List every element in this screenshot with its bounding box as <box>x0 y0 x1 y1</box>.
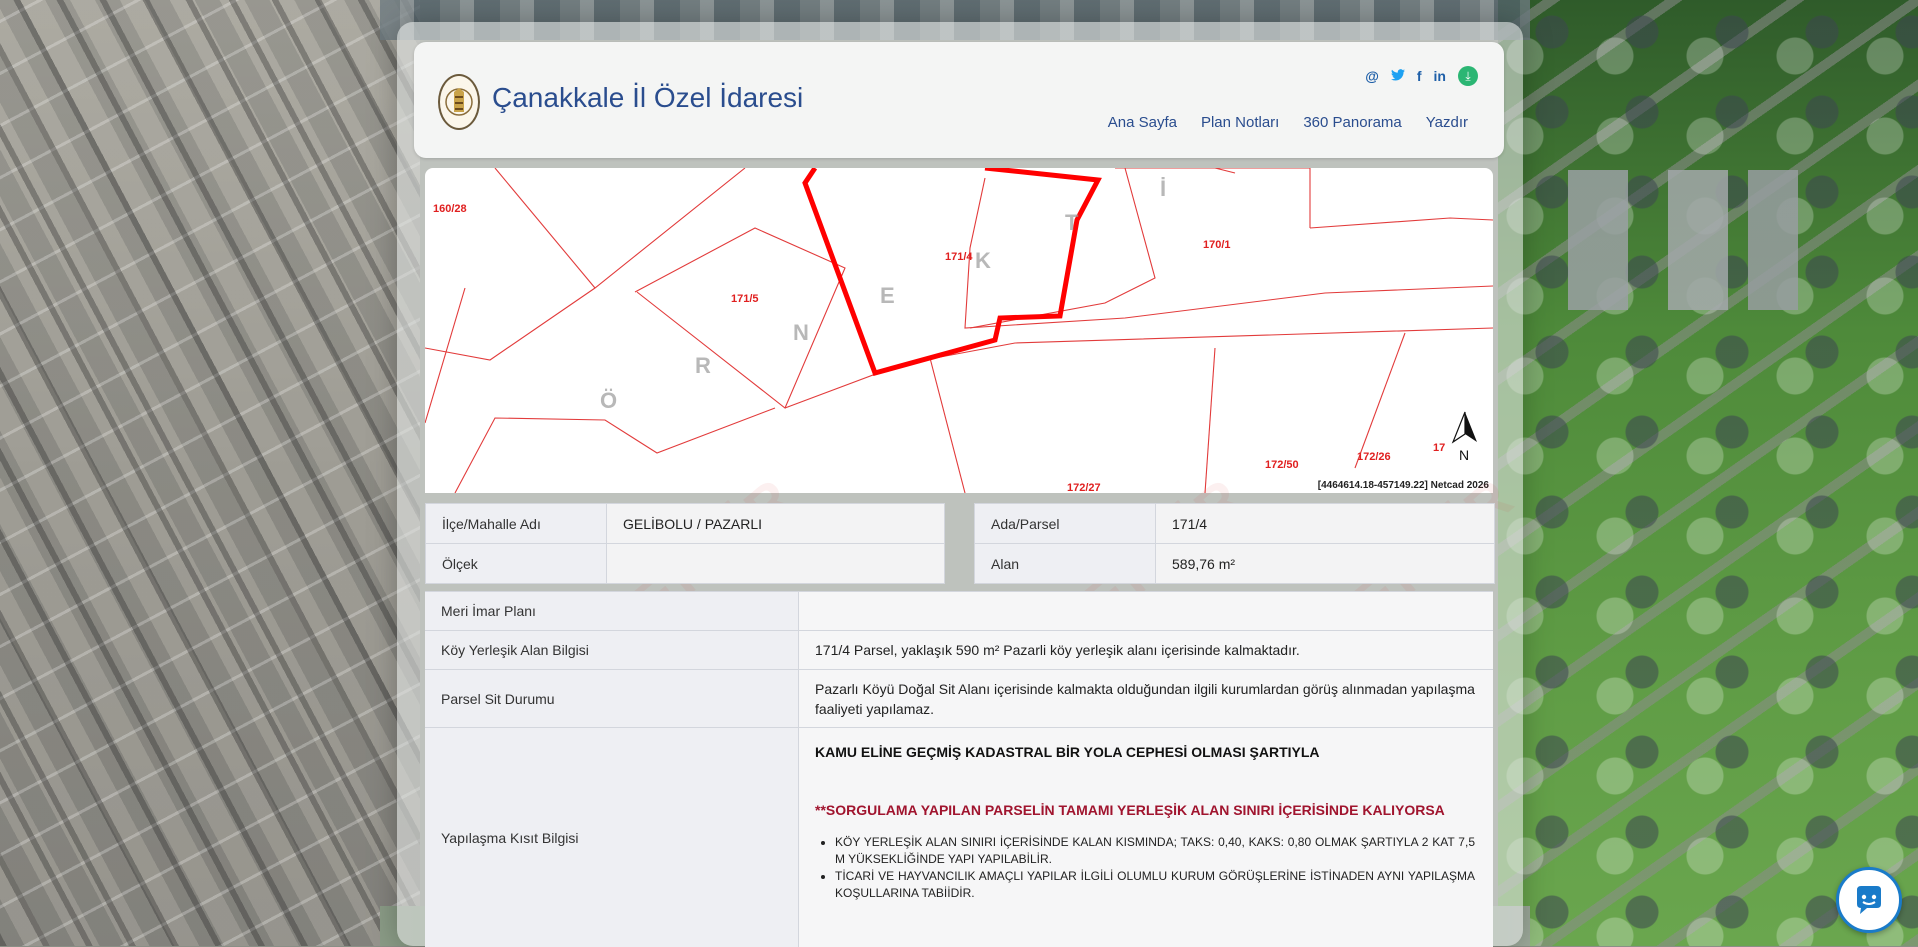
north-label: N <box>1459 447 1469 463</box>
map-watermark-letter: İ <box>1160 176 1166 201</box>
nav-ana-sayfa[interactable]: Ana Sayfa <box>1108 114 1177 131</box>
olcek-value <box>607 544 944 583</box>
social-links: @ f in ⤓ <box>1365 66 1478 86</box>
meri-imar-value <box>799 592 1493 630</box>
parcel-details-table: Meri İmar Planı Köy Yerleşik Alan Bilgis… <box>425 591 1493 947</box>
info-row-olcek: Ölçek <box>425 543 945 584</box>
north-arrow-icon: N <box>1443 408 1487 466</box>
map-watermark-letter: E <box>880 283 895 308</box>
table-row: Köy Yerleşik Alan Bilgisi 171/4 Parsel, … <box>425 630 1493 669</box>
parcel-label: 172/27 <box>1067 482 1101 493</box>
map-watermark-letter: T <box>1065 210 1079 235</box>
background-right-village <box>1498 0 1918 946</box>
yapilasma-kisit-label: Yapılaşma Kısıt Bilgisi <box>425 728 799 947</box>
map-watermark-letter: N <box>793 320 809 345</box>
chat-assistant-button[interactable] <box>1836 867 1902 933</box>
download-icon[interactable]: ⤓ <box>1458 66 1478 86</box>
parcel-label: 170/1 <box>1203 239 1231 251</box>
parcel-label: 172/50 <box>1265 459 1299 471</box>
alan-value: 589,76 m² <box>1156 544 1494 583</box>
nav-yazdir[interactable]: Yazdır <box>1426 114 1468 131</box>
parsel-sit-value: Pazarlı Köyü Doğal Sit Alanı içerisinde … <box>799 670 1493 727</box>
linkedin-icon[interactable]: in <box>1434 68 1446 84</box>
ada-parsel-label: Ada/Parsel <box>975 504 1156 543</box>
info-row-ada-parsel: Ada/Parsel 171/4 <box>974 503 1495 544</box>
meri-imar-label: Meri İmar Planı <box>425 592 799 630</box>
parcel-label: 171/4 <box>945 251 973 263</box>
parcel-map[interactable]: Ö R N E K T İ 160/28 171/5 171/4 170/1 1… <box>425 168 1493 493</box>
nav-plan-notlari[interactable]: Plan Notları <box>1201 114 1279 131</box>
map-coordinates: [4464614.18-457149.22] Netcad 2026 <box>1315 480 1491 491</box>
restriction-content: KAMU ELİNE GEÇMİŞ KADASTRAL BİR YOLA CEP… <box>815 728 1475 902</box>
twitter-icon[interactable] <box>1390 68 1405 84</box>
nav-360-panorama[interactable]: 360 Panorama <box>1303 114 1401 131</box>
page-title: Çanakkale İl Özel İdaresi <box>492 82 804 113</box>
yapilasma-kisit-value: KAMU ELİNE GEÇMİŞ KADASTRAL BİR YOLA CEP… <box>799 728 1493 947</box>
koy-yerlesik-value: 171/4 Parsel, yaklaşık 590 m² Pazarli kö… <box>799 631 1493 669</box>
table-row: Meri İmar Planı <box>425 591 1493 630</box>
page-header: Çanakkale İl Özel İdaresi @ f in ⤓ Ana S… <box>414 42 1504 158</box>
email-icon[interactable]: @ <box>1365 68 1379 84</box>
map-watermark-letter: K <box>975 248 991 273</box>
restriction-list: KÖY YERLEŞİK ALAN SINIRI İÇERİSİNDE KALA… <box>815 834 1475 902</box>
parsel-sit-label: Parsel Sit Durumu <box>425 670 799 727</box>
parcel-label: 172/26 <box>1357 451 1391 463</box>
list-item: TİCARİ VE HAYVANCILIK AMAÇLI YAPILAR İLG… <box>835 868 1475 902</box>
list-item: KÖY YERLEŞİK ALAN SINIRI İÇERİSİNDE KALA… <box>835 834 1475 868</box>
restriction-subheading: **SORGULAMA YAPILAN PARSELİN TAMAMI YERL… <box>815 802 1445 818</box>
ilce-label: İlçe/Mahalle Adı <box>426 504 607 543</box>
map-watermark-letter: R <box>695 353 711 378</box>
ada-parsel-value: 171/4 <box>1156 504 1494 543</box>
koy-yerlesik-label: Köy Yerleşik Alan Bilgisi <box>425 631 799 669</box>
restriction-heading: KAMU ELİNE GEÇMİŞ KADASTRAL BİR YOLA CEP… <box>815 744 1320 760</box>
parcel-label: 160/28 <box>433 203 467 215</box>
ilce-value: GELİBOLU / PAZARLI <box>607 504 944 543</box>
institution-logo <box>438 74 480 130</box>
map-watermark-letter: Ö <box>600 388 617 413</box>
background-left-city <box>0 0 420 946</box>
main-nav: Ana Sayfa Plan Notları 360 Panorama Yazd… <box>1108 114 1468 131</box>
table-row: Parsel Sit Durumu Pazarlı Köyü Doğal Sit… <box>425 669 1493 727</box>
info-row-alan: Alan 589,76 m² <box>974 543 1495 584</box>
table-row: Yapılaşma Kısıt Bilgisi KAMU ELİNE GEÇMİ… <box>425 727 1493 947</box>
facebook-icon[interactable]: f <box>1417 68 1422 84</box>
info-row-ilce: İlçe/Mahalle Adı GELİBOLU / PAZARLI <box>425 503 945 544</box>
chat-bubble-icon <box>1857 886 1881 914</box>
parcel-label: 171/5 <box>731 293 759 305</box>
olcek-label: Ölçek <box>426 544 607 583</box>
alan-label: Alan <box>975 544 1156 583</box>
